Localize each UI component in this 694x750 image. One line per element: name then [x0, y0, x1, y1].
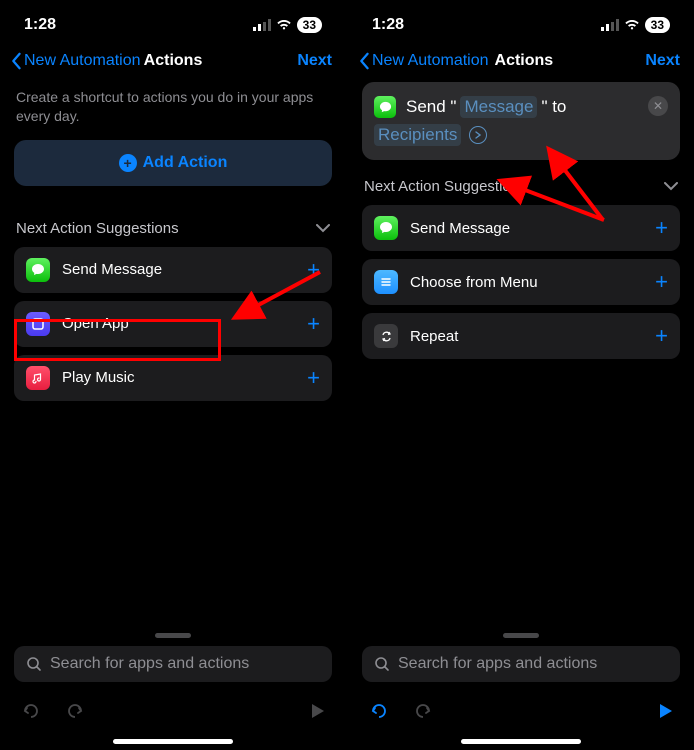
next-button[interactable]: Next: [297, 52, 332, 70]
status-right: 33: [601, 17, 670, 33]
messages-icon: [374, 96, 396, 118]
card-text-mid: " to: [541, 97, 566, 117]
status-right: 33: [253, 17, 322, 33]
music-icon: [26, 366, 50, 390]
back-button[interactable]: New Automation: [358, 52, 489, 70]
back-button[interactable]: New Automation: [10, 52, 141, 70]
suggestions-header[interactable]: Next Action Suggestions: [16, 220, 330, 237]
chevron-down-icon: [664, 178, 678, 195]
suggestion-label: Play Music: [62, 369, 307, 386]
nav-bar: New Automation Actions Next: [348, 44, 694, 82]
screen-right: 1:28 33 New Automation Actions Next Send…: [348, 0, 694, 750]
suggestion-repeat[interactable]: Repeat +: [362, 313, 680, 359]
plus-icon: +: [655, 269, 668, 295]
home-indicator[interactable]: [113, 739, 233, 744]
search-placeholder: Search for apps and actions: [50, 655, 249, 673]
search-input[interactable]: Search for apps and actions: [362, 646, 680, 682]
play-button[interactable]: [656, 702, 674, 725]
grabber-handle[interactable]: [503, 633, 539, 638]
plus-circle-icon: +: [119, 154, 137, 172]
suggestions-title: Next Action Suggestions: [364, 178, 527, 195]
wifi-icon: [624, 19, 640, 31]
add-action-label: Add Action: [143, 154, 228, 172]
next-button[interactable]: Next: [645, 52, 680, 70]
back-label: New Automation: [372, 52, 489, 70]
expand-params-button[interactable]: [469, 126, 487, 144]
search-input[interactable]: Search for apps and actions: [14, 646, 332, 682]
search-icon: [374, 656, 390, 672]
suggestion-choose-from-menu[interactable]: Choose from Menu +: [362, 259, 680, 305]
open-app-icon: [26, 312, 50, 336]
cellular-icon: [253, 19, 271, 31]
plus-icon: +: [307, 365, 320, 391]
action-bar: [0, 692, 346, 733]
plus-icon: +: [307, 257, 320, 283]
description-text: Create a shortcut to actions you do in y…: [16, 88, 330, 126]
suggestion-send-message[interactable]: Send Message +: [362, 205, 680, 251]
param-recipients[interactable]: Recipients: [374, 124, 461, 146]
messages-icon: [26, 258, 50, 282]
cellular-icon: [601, 19, 619, 31]
action-card-send-message[interactable]: Send " Message " to Recipients ✕: [362, 82, 680, 160]
messages-icon: [374, 216, 398, 240]
undo-button[interactable]: [368, 700, 390, 727]
suggestions-list: Send Message + Open App + Play Music +: [14, 247, 332, 401]
suggestion-label: Open App: [62, 315, 307, 332]
grabber-handle[interactable]: [155, 633, 191, 638]
add-action-button[interactable]: + Add Action: [14, 140, 332, 186]
plus-icon: +: [307, 311, 320, 337]
screen-left: 1:28 33 New Automation Actions Next Crea…: [0, 0, 346, 750]
suggestion-open-app[interactable]: Open App +: [14, 301, 332, 347]
suggestion-send-message[interactable]: Send Message +: [14, 247, 332, 293]
clear-action-button[interactable]: ✕: [648, 96, 668, 116]
nav-bar: New Automation Actions Next: [0, 44, 346, 82]
back-label: New Automation: [24, 52, 141, 70]
card-text-prefix: Send ": [406, 97, 456, 117]
search-icon: [26, 656, 42, 672]
undo-button[interactable]: [20, 700, 42, 727]
suggestion-label: Choose from Menu: [410, 274, 655, 291]
action-bar: [348, 692, 694, 733]
wifi-icon: [276, 19, 292, 31]
plus-icon: +: [655, 323, 668, 349]
home-indicator[interactable]: [461, 739, 581, 744]
nav-title: Actions: [495, 52, 554, 70]
chevron-left-icon: [10, 52, 22, 70]
suggestion-play-music[interactable]: Play Music +: [14, 355, 332, 401]
bottom-toolbar: Search for apps and actions: [0, 633, 346, 750]
status-time: 1:28: [24, 16, 56, 34]
suggestions-list: Send Message + Choose from Menu + Repeat…: [362, 205, 680, 359]
nav-title: Actions: [144, 52, 203, 70]
play-button[interactable]: [308, 702, 326, 725]
redo-button[interactable]: [64, 700, 86, 727]
param-message[interactable]: Message: [460, 96, 537, 118]
repeat-icon: [374, 324, 398, 348]
chevron-left-icon: [358, 52, 370, 70]
plus-icon: +: [655, 215, 668, 241]
suggestion-label: Send Message: [410, 220, 655, 237]
bottom-toolbar: Search for apps and actions: [348, 633, 694, 750]
status-time: 1:28: [372, 16, 404, 34]
status-bar: 1:28 33: [348, 0, 694, 44]
suggestion-label: Repeat: [410, 328, 655, 345]
search-placeholder: Search for apps and actions: [398, 655, 597, 673]
chevron-down-icon: [316, 220, 330, 237]
menu-icon: [374, 270, 398, 294]
battery-icon: 33: [645, 17, 670, 33]
redo-button[interactable]: [412, 700, 434, 727]
suggestions-title: Next Action Suggestions: [16, 220, 179, 237]
status-bar: 1:28 33: [0, 0, 346, 44]
suggestions-header[interactable]: Next Action Suggestions: [364, 178, 678, 195]
suggestion-label: Send Message: [62, 261, 307, 278]
battery-icon: 33: [297, 17, 322, 33]
